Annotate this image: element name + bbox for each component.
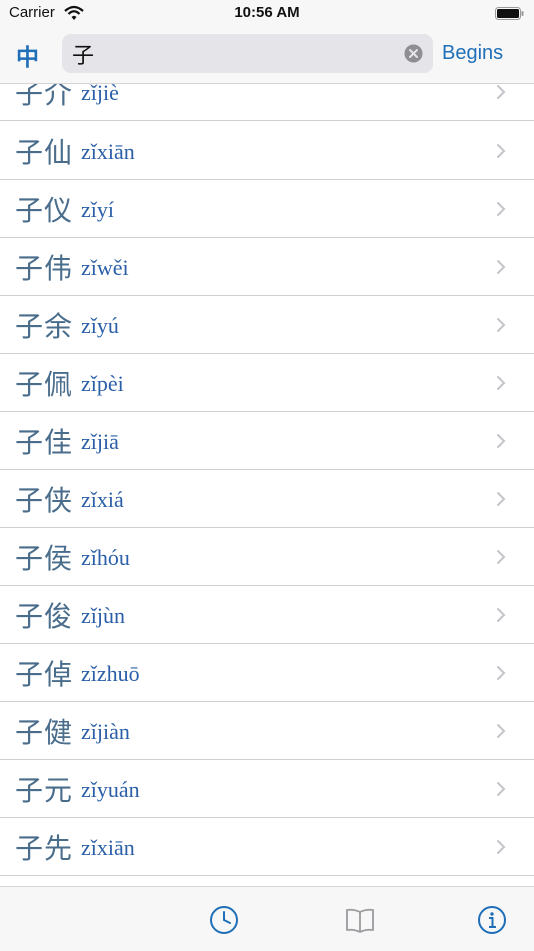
pinyin-label: zǐyú [81, 313, 119, 338]
list-item[interactable]: 子先 zǐxiān [0, 817, 534, 876]
list-item[interactable]: 子侠 zǐxiá [0, 469, 534, 528]
pinyin-label: zǐxiān [81, 835, 135, 860]
search-mode-button[interactable]: Begins [442, 42, 503, 65]
chevron-right-icon [497, 376, 506, 390]
chevron-right-icon [497, 782, 506, 796]
list-item[interactable]: 子仪 zǐyí [0, 179, 534, 238]
list-item[interactable]: 子侯 zǐhóu [0, 527, 534, 586]
list-item[interactable]: 子健 zǐjiàn [0, 701, 534, 760]
list-item[interactable]: 子伟 zǐwěi [0, 237, 534, 296]
pinyin-label: zǐzhuō [81, 661, 140, 686]
list-item[interactable]: 子佳 zǐjiā [0, 411, 534, 470]
list-item[interactable]: 子余 zǐyú [0, 295, 534, 354]
results-list: 子介 zǐjiè 子仙 zǐxiān 子仪 zǐyí 子伟 zǐwěi 子余 z… [0, 84, 534, 886]
chevron-right-icon [497, 724, 506, 738]
pinyin-label: zǐjùn [81, 603, 125, 628]
clock-time: 10:56 AM [234, 4, 300, 21]
hanzi-label: 子元 [15, 774, 74, 807]
chevron-right-icon [497, 144, 506, 158]
chevron-right-icon [497, 666, 506, 680]
pinyin-label: zǐpèi [81, 371, 124, 396]
list-item[interactable]: 子仙 zǐxiān [0, 121, 534, 180]
book-icon[interactable] [345, 905, 375, 935]
hanzi-label: 子倬 [15, 658, 74, 691]
hanzi-label: 子侯 [15, 542, 74, 575]
hanzi-label: 子俊 [15, 600, 74, 633]
chevron-right-icon [497, 608, 506, 622]
chevron-right-icon [497, 550, 506, 564]
search-input[interactable] [72, 37, 392, 70]
search-bar [62, 34, 433, 73]
info-icon[interactable] [477, 905, 507, 935]
hanzi-label: 子仪 [15, 194, 74, 227]
tab-bar [0, 886, 534, 951]
hanzi-label: 子介 [15, 84, 74, 110]
hanzi-label: 子仙 [15, 136, 74, 169]
hanzi-label: 子伟 [15, 252, 74, 285]
pinyin-label: zǐwěi [81, 255, 129, 280]
list-item[interactable]: 子俊 zǐjùn [0, 585, 534, 644]
pinyin-label: zǐjiàn [81, 719, 130, 744]
chevron-right-icon [497, 492, 506, 506]
hanzi-label: 子先 [15, 832, 74, 865]
clock-icon[interactable] [209, 905, 239, 935]
language-toggle-button[interactable]: 中 [16, 38, 39, 72]
chevron-right-icon [497, 202, 506, 216]
chevron-right-icon [497, 434, 506, 448]
chevron-right-icon [497, 840, 506, 854]
clear-icon[interactable] [404, 44, 423, 63]
pinyin-label: zǐjiè [81, 84, 119, 105]
list-item[interactable]: 子佩 zǐpèi [0, 353, 534, 412]
hanzi-label: 子余 [15, 310, 74, 343]
pinyin-label: zǐyí [81, 197, 114, 222]
hanzi-label: 子侠 [15, 484, 74, 517]
list-item[interactable]: 子介 zǐjiè [0, 84, 534, 121]
list-item[interactable]: 子元 zǐyuán [0, 759, 534, 818]
chevron-right-icon [497, 85, 506, 99]
pinyin-label: zǐxiān [81, 139, 135, 164]
pinyin-label: zǐxiá [81, 487, 124, 512]
pinyin-label: zǐjiā [81, 429, 119, 454]
status-bar: Carrier 10:56 AM [0, 0, 534, 28]
search-header: 中 Begins [0, 28, 534, 84]
hanzi-label: 子健 [15, 716, 74, 749]
chevron-right-icon [497, 260, 506, 274]
pinyin-label: zǐyuán [81, 777, 140, 802]
pinyin-label: zǐhóu [81, 545, 130, 570]
battery-icon [495, 7, 524, 20]
chevron-right-icon [497, 318, 506, 332]
hanzi-label: 子佳 [15, 426, 74, 459]
list-item[interactable]: 子倬 zǐzhuō [0, 643, 534, 702]
hanzi-label: 子佩 [15, 368, 74, 401]
